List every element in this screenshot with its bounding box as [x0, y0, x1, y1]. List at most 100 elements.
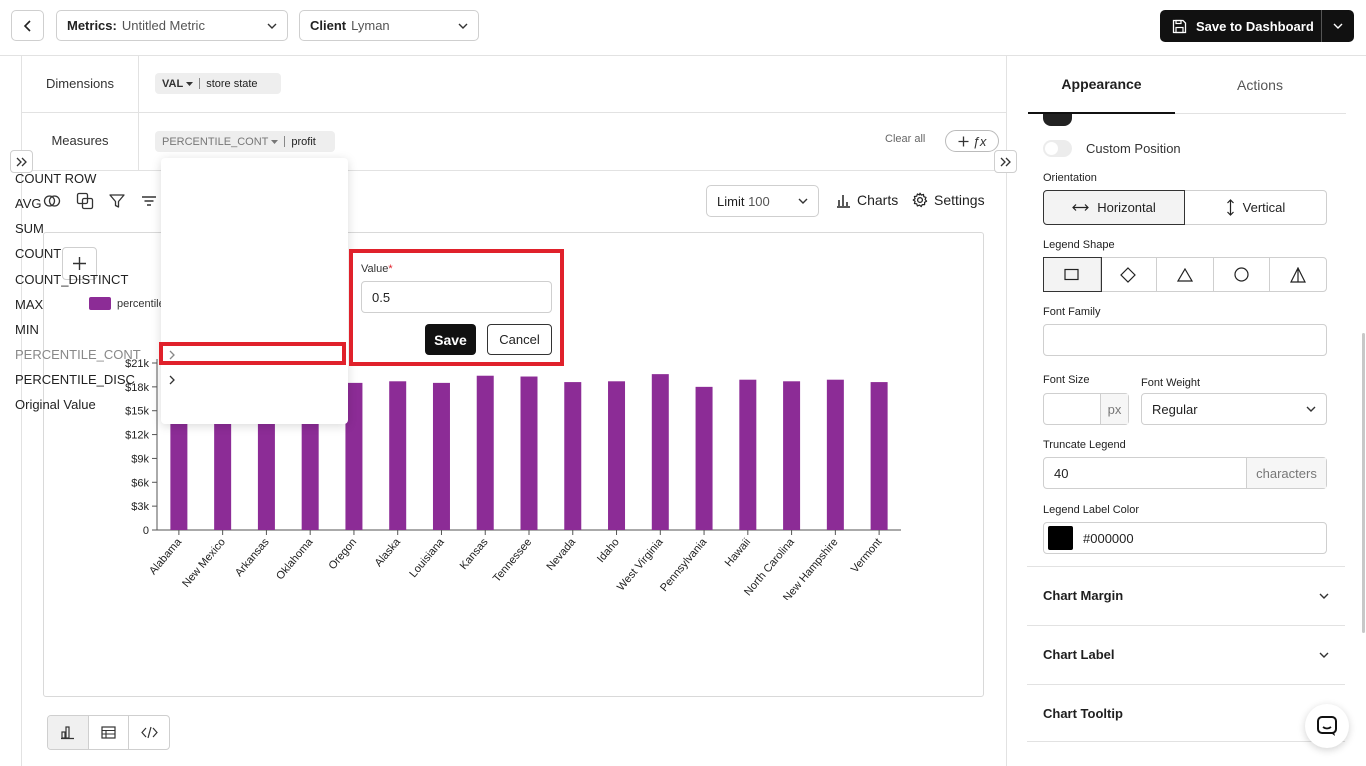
- chat-launcher-button[interactable]: [1305, 704, 1349, 748]
- chart-tooltip-label: Chart Tooltip: [1043, 705, 1123, 721]
- legend-shape-label: Legend Shape: [1043, 239, 1115, 251]
- tab-appearance[interactable]: Appearance: [1028, 56, 1175, 114]
- bar: [389, 381, 407, 530]
- divider: [22, 112, 1006, 113]
- expand-left-button[interactable]: [10, 150, 33, 173]
- circle-icon: [1234, 267, 1249, 282]
- orientation-horizontal-button[interactable]: Horizontal: [1043, 190, 1185, 225]
- shape-circle-button[interactable]: [1214, 258, 1271, 291]
- chart-margin-label: Chart Margin: [1043, 588, 1124, 603]
- dimension-chip[interactable]: VAL store state: [155, 73, 281, 94]
- view-toggle-group: [47, 715, 170, 750]
- shape-square-button[interactable]: [1043, 257, 1102, 292]
- x-tick-label: Alabama: [147, 536, 185, 578]
- expand-right-button[interactable]: [994, 150, 1017, 173]
- required-mark: *: [388, 263, 393, 275]
- color-swatch[interactable]: [1048, 526, 1073, 550]
- x-tick-label: Arkansas: [233, 536, 272, 579]
- limit-select[interactable]: Limit 100: [706, 185, 819, 217]
- popup-save-button[interactable]: Save: [425, 324, 476, 355]
- scrollbar[interactable]: [1362, 333, 1365, 633]
- menu-item-count[interactable]: COUNT: [15, 246, 175, 261]
- bar: [564, 382, 582, 530]
- charts-label: Charts: [857, 192, 899, 208]
- charts-button[interactable]: Charts: [836, 192, 898, 208]
- chart-label-section[interactable]: Chart Label: [1027, 625, 1345, 683]
- menu-item-avg[interactable]: AVG: [15, 196, 175, 211]
- menu-item-min[interactable]: MIN: [15, 322, 175, 337]
- font-weight-select[interactable]: Regular: [1141, 393, 1327, 425]
- x-tick-label: Oregon: [326, 536, 359, 572]
- measure-chip[interactable]: PERCENTILE_CONT profit: [155, 131, 335, 152]
- double-chevron-right-icon: [16, 157, 27, 166]
- value-label-text: Value: [361, 263, 389, 275]
- add-formula-button[interactable]: ƒx: [945, 130, 999, 152]
- popup-cancel-button[interactable]: Cancel: [487, 324, 552, 355]
- custom-position-toggle[interactable]: [1043, 140, 1072, 157]
- orientation-toggle: Horizontal Vertical: [1043, 190, 1327, 225]
- bar-chart-icon: [837, 194, 850, 208]
- y-tick-label: $9k: [131, 453, 149, 465]
- truncate-legend-input[interactable]: 40 characters: [1043, 457, 1327, 489]
- x-tick-label: Idaho: [595, 536, 622, 565]
- measures-label: Measures: [51, 133, 109, 148]
- orientation-label: Orientation: [1043, 172, 1097, 184]
- save-to-dashboard-button[interactable]: Save to Dashboard: [1160, 10, 1354, 42]
- chevron-down-icon: [458, 23, 468, 29]
- code-view-button[interactable]: [129, 716, 169, 749]
- menu-item-count-distinct[interactable]: COUNT_DISTINCT: [15, 272, 175, 287]
- menu-item-percentile-disc[interactable]: PERCENTILE_DISC: [15, 372, 175, 387]
- chip-separator: [199, 78, 201, 89]
- truncate-legend-unit: characters: [1246, 458, 1326, 488]
- shape-diamond-button[interactable]: [1101, 258, 1158, 291]
- table-view-button[interactable]: [89, 716, 130, 749]
- bar-chart-icon: [61, 726, 75, 740]
- chevron-down-icon: [1333, 23, 1343, 29]
- toggle-knob: [1045, 142, 1058, 155]
- menu-item-count-row[interactable]: COUNT ROW: [15, 171, 175, 186]
- chevron-left-icon: [23, 19, 31, 32]
- menu-item-sum[interactable]: SUM: [15, 221, 175, 236]
- x-tick-label: Pennsylvania: [658, 536, 710, 595]
- chevron-down-icon: [267, 23, 277, 29]
- client-select[interactable]: Client Lyman: [299, 10, 479, 41]
- x-tick-label: Louisiana: [407, 536, 447, 580]
- dimension-agg: VAL: [162, 77, 184, 90]
- dimensions-label: Dimensions: [46, 76, 114, 91]
- chart-tooltip-section[interactable]: Chart Tooltip: [1027, 684, 1345, 742]
- metrics-select[interactable]: Metrics: Untitled Metric: [56, 10, 288, 41]
- shape-triangle-button[interactable]: [1157, 258, 1214, 291]
- save-options-toggle[interactable]: [1322, 10, 1354, 42]
- chart-margin-section[interactable]: Chart Margin: [1027, 566, 1345, 624]
- legend-label-color-input[interactable]: #000000: [1043, 522, 1327, 554]
- pyramid-icon: [1290, 266, 1307, 283]
- aggregation-menu: [161, 158, 348, 424]
- legend-toggle-partial[interactable]: [1043, 114, 1072, 126]
- bar: [870, 382, 888, 530]
- font-size-input[interactable]: px: [1043, 393, 1129, 425]
- double-chevron-right-icon: [1000, 157, 1011, 166]
- tab-actions[interactable]: Actions: [1175, 56, 1345, 114]
- font-weight-label: Font Weight: [1141, 377, 1201, 389]
- clear-all-link[interactable]: Clear all: [885, 133, 925, 145]
- back-button[interactable]: [11, 10, 44, 41]
- bar: [739, 379, 757, 530]
- font-family-input[interactable]: [1043, 324, 1327, 356]
- menu-item-percentile-disc-label: PERCENTILE_DISC: [15, 372, 135, 387]
- chevron-down-icon: [798, 198, 808, 204]
- square-icon: [1064, 268, 1079, 281]
- orientation-vertical-button[interactable]: Vertical: [1185, 190, 1327, 225]
- x-tick-label: New Mexico: [180, 536, 228, 590]
- menu-item-original-value[interactable]: Original Value: [15, 397, 175, 412]
- chevron-down-icon: [1319, 593, 1329, 599]
- settings-button[interactable]: Settings: [912, 192, 985, 208]
- orientation-vertical-label: Vertical: [1242, 200, 1286, 215]
- bar: [826, 379, 844, 530]
- menu-item-max[interactable]: MAX: [15, 297, 175, 312]
- shape-pyramid-button[interactable]: [1270, 258, 1326, 291]
- settings-label: Settings: [934, 192, 985, 208]
- percentile-value-input[interactable]: [361, 281, 552, 313]
- chart-view-button[interactable]: [48, 716, 89, 749]
- menu-item-percentile-cont[interactable]: PERCENTILE_CONT: [15, 347, 175, 362]
- truncate-legend-value: 40: [1054, 465, 1069, 481]
